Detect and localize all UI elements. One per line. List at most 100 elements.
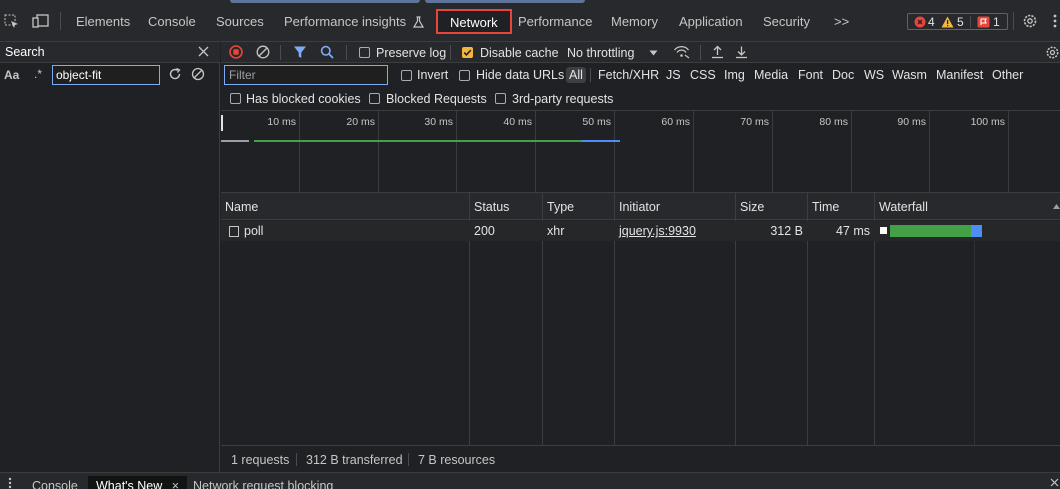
has-blocked-cookies-checkbox[interactable] [230,93,241,104]
more-options-icon[interactable] [1052,14,1058,28]
timeline-tick-label: 50 ms [582,116,611,128]
tab-performance[interactable]: Performance [518,12,592,32]
device-toolbar-icon[interactable] [32,14,49,28]
refresh-icon[interactable] [168,67,182,81]
network-summary-bar: 1 requests 312 B transferred 7 B resourc… [221,445,1060,472]
invert-label: Invert [417,68,449,82]
waterfall-queue-segment [880,227,887,234]
tab-performance-insights[interactable]: Performance insights [284,12,424,32]
request-size: 312 B [770,224,803,238]
drawer-tab-console[interactable]: Console [32,479,78,489]
filter-type-media[interactable]: Media [754,67,788,83]
separator [408,453,409,466]
column-header-initiator[interactable]: Initiator [619,200,660,214]
table-row[interactable]: poll 200 xhr jquery.js:9930 312 B 47 ms [221,221,1060,241]
tab-elements[interactable]: Elements [76,12,130,32]
column-header-name[interactable]: Name [225,200,258,214]
filter-type-js[interactable]: JS [666,67,681,83]
close-tab-icon[interactable]: × [172,479,179,489]
drawer-menu-icon[interactable] [8,477,12,489]
column-header-status[interactable]: Status [474,200,509,214]
timeline-tick-label: 60 ms [661,116,690,128]
window-accent-strip [230,0,420,3]
clear-log-icon[interactable] [256,45,270,59]
close-drawer-icon[interactable] [1050,478,1059,487]
throttling-select[interactable]: No throttling [567,46,634,60]
separator [1013,12,1014,30]
export-har-download-icon[interactable] [735,45,748,59]
summary-resources: 7 B resources [418,453,496,467]
network-conditions-wifi-icon[interactable] [673,45,690,59]
timeline-gridline [929,111,930,193]
waterfall-download-segment [971,225,982,237]
import-har-upload-icon[interactable] [711,45,724,59]
search-panel: Search Aa .* object-fit [0,42,220,472]
tab-console[interactable]: Console [148,12,196,32]
column-header-time[interactable]: Time [812,200,839,214]
chevron-down-icon[interactable] [649,50,658,56]
filter-input[interactable]: Filter [224,65,388,85]
timeline-gridline [456,111,457,193]
filter-type-img[interactable]: Img [724,67,745,83]
filter-type-all[interactable]: All [566,67,586,83]
drawer-tab-bar: Console What's New × Network request blo… [0,472,1060,489]
preserve-log-checkbox[interactable] [359,47,370,58]
timeline-tick-label: 40 ms [503,116,532,128]
filter-funnel-icon[interactable] [293,45,307,59]
timeline-tick-label: 90 ms [897,116,926,128]
search-input[interactable]: object-fit [52,65,160,85]
clear-search-icon[interactable] [191,67,205,81]
request-initiator-link[interactable]: jquery.js:9930 [619,224,696,238]
drawer-tab-network-request-blocking[interactable]: Network request blocking [193,479,333,489]
tab-network[interactable]: Network [436,9,512,34]
column-header-size[interactable]: Size [740,200,764,214]
tab-security[interactable]: Security [763,12,810,32]
regex-toggle[interactable]: .* [34,67,42,81]
sort-up-icon [1053,204,1060,209]
filter-type-doc[interactable]: Doc [832,67,854,83]
tab-application[interactable]: Application [679,12,743,32]
filter-type-font[interactable]: Font [798,67,823,83]
timeline-cursor [221,115,223,131]
settings-gear-icon[interactable] [1022,13,1038,29]
tab-memory[interactable]: Memory [611,12,658,32]
has-blocked-cookies-label: Has blocked cookies [246,92,361,106]
timeline-gridline [851,111,852,193]
filter-type-manifest[interactable]: Manifest [936,67,983,83]
filter-type-other[interactable]: Other [992,67,1023,83]
separator [60,12,61,30]
filter-type-wasm[interactable]: Wasm [892,67,927,83]
column-header-waterfall[interactable]: Waterfall [879,200,928,214]
drawer-tab-whats-new[interactable]: What's New × [88,476,188,489]
overview-queue-bar [221,140,249,142]
warning-icon [941,15,954,28]
timeline-tick-label: 80 ms [819,116,848,128]
timeline-tick-label: 10 ms [267,116,296,128]
blocked-requests-checkbox[interactable] [369,93,380,104]
filter-type-css[interactable]: CSS [690,67,716,83]
close-search-icon[interactable] [198,46,209,57]
network-settings-gear-icon[interactable] [1045,45,1060,60]
overview-waiting-bar [254,140,582,142]
network-toolbar: Preserve log Disable cache No throttling [221,42,1060,63]
request-name[interactable]: poll [244,224,263,238]
filter-type-ws[interactable]: WS [864,67,884,83]
waterfall-waiting-segment [890,225,971,237]
network-overview-timeline[interactable]: 10 ms 20 ms 30 ms 40 ms 50 ms 60 ms 70 m… [221,111,1060,193]
match-case-toggle[interactable]: Aa [4,68,19,82]
search-icon[interactable] [320,45,334,59]
separator [590,68,591,82]
tab-sources[interactable]: Sources [216,12,264,32]
hide-data-urls-checkbox[interactable] [459,70,470,81]
disable-cache-label: Disable cache [480,46,559,60]
filter-type-fetch-xhr[interactable]: Fetch/XHR [598,67,659,83]
third-party-requests-checkbox[interactable] [495,93,506,104]
timeline-gridline [693,111,694,193]
issues-counter[interactable]: 4 5 1 [907,13,1008,30]
record-stop-icon[interactable] [229,45,243,59]
inspect-element-icon[interactable] [4,14,19,29]
disable-cache-checkbox[interactable] [462,47,473,58]
invert-checkbox[interactable] [401,70,412,81]
column-header-type[interactable]: Type [547,200,574,214]
more-tabs-button[interactable]: >> [834,12,849,32]
